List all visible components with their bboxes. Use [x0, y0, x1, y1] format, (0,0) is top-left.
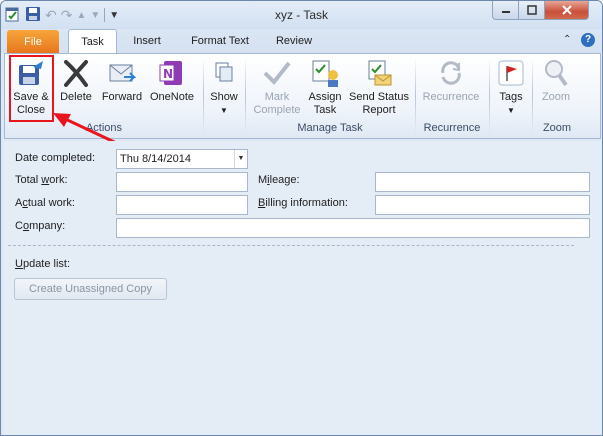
mileage-label: Mileage: [258, 174, 300, 186]
calendar-dropdown-icon[interactable]: ▼ [234, 150, 247, 168]
total-work-label: Total work: [15, 174, 68, 186]
update-list-label: Update list: [15, 258, 71, 270]
company-field[interactable] [116, 218, 590, 238]
form-divider [8, 245, 574, 246]
date-completed-label: Date completed: [15, 152, 96, 164]
billing-information-label: Billing information: [258, 197, 348, 209]
task-window: ↶ ↷ ▲ ▼ ▼ xyz - Task File Task Insert Fo… [0, 0, 603, 436]
create-unassigned-copy-button[interactable]: Create Unassigned Copy [14, 278, 167, 300]
task-form: Date completed: Thu 8/14/2014 ▼ Total wo… [4, 141, 601, 435]
mileage-field[interactable] [375, 172, 590, 192]
date-completed-value: Thu 8/14/2014 [120, 153, 191, 165]
actual-work-field[interactable] [116, 195, 248, 215]
actual-work-label: Actual work: [15, 197, 75, 209]
billing-information-field[interactable] [375, 195, 590, 215]
date-completed-field[interactable]: Thu 8/14/2014 ▼ [116, 149, 248, 169]
company-label: Company: [15, 220, 66, 232]
total-work-field[interactable] [116, 172, 248, 192]
